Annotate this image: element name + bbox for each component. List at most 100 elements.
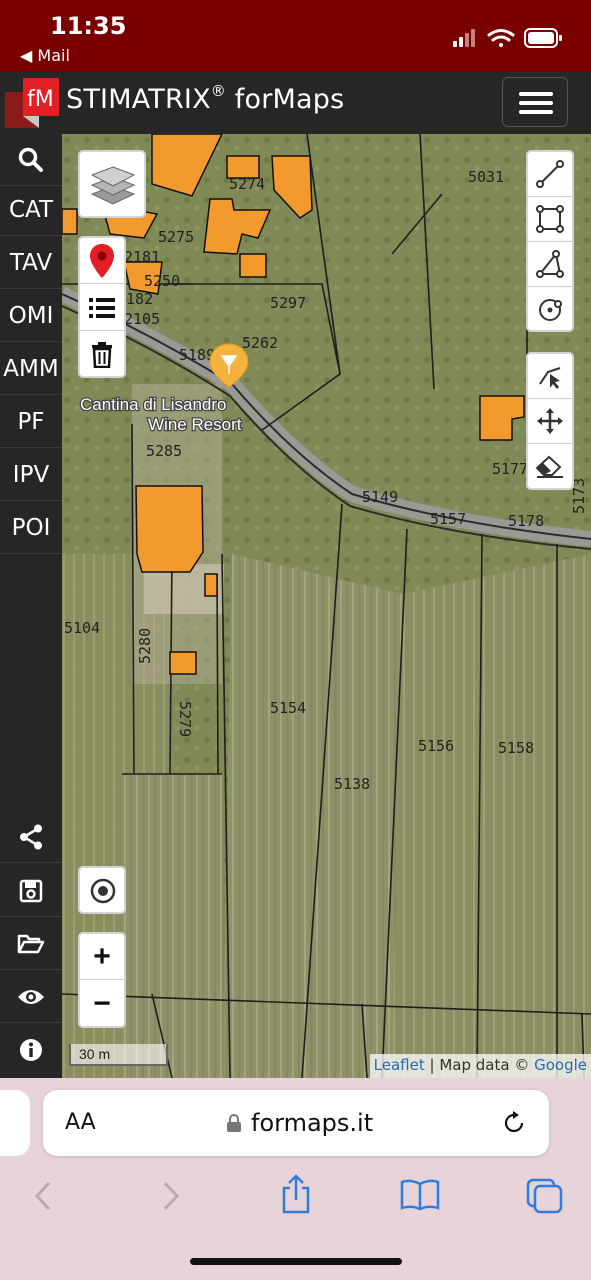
svg-text:5158: 5158 xyxy=(498,739,534,757)
draw-rectangle-button[interactable] xyxy=(528,197,572,242)
erase-button[interactable] xyxy=(528,444,572,490)
wifi-icon xyxy=(487,29,515,47)
svg-text:2181: 2181 xyxy=(124,248,160,266)
svg-text:5262: 5262 xyxy=(242,334,278,352)
save-button[interactable] xyxy=(0,865,62,917)
marker-tools xyxy=(78,236,126,378)
sidebar-item-amm[interactable]: AMM xyxy=(0,343,62,395)
svg-text:5250: 5250 xyxy=(144,272,180,290)
svg-text:5285: 5285 xyxy=(146,442,182,460)
logo-text: fM xyxy=(27,87,54,112)
svg-text:5149: 5149 xyxy=(362,488,398,506)
bookmarks-icon[interactable] xyxy=(400,1178,440,1212)
forward-icon[interactable] xyxy=(160,1180,182,1212)
tabs-icon[interactable] xyxy=(526,1178,564,1214)
screen: 11:35 ◀ Mail fM STIMATRIX® forMaps CAT T… xyxy=(0,0,591,1280)
home-indicator xyxy=(190,1258,402,1265)
sidebar-item-omi[interactable]: OMI xyxy=(0,290,62,342)
lock-icon xyxy=(227,1114,241,1132)
battery-icon xyxy=(524,28,562,48)
rectangle-icon xyxy=(536,205,564,233)
share-button[interactable] xyxy=(0,811,62,863)
sidebar-item-cat[interactable]: CAT xyxy=(0,184,62,236)
svg-text:Cantina di Lisandro: Cantina di Lisandro xyxy=(80,395,226,414)
status-bar: 11:35 ◀ Mail xyxy=(0,0,591,72)
sidebar: CAT TAV OMI AMM PF IPV POI xyxy=(0,134,62,1078)
svg-text:5178: 5178 xyxy=(508,512,544,530)
app-title: STIMATRIX® forMaps xyxy=(66,82,345,115)
sidebar-item-poi[interactable]: POI xyxy=(0,502,62,554)
info-icon xyxy=(20,1039,42,1061)
map-view[interactable]: 5031 5274 5275 2181 5250 2182 2105 5297 … xyxy=(62,134,591,1078)
list-icon xyxy=(89,297,115,318)
svg-text:5279: 5279 xyxy=(176,701,194,737)
scale-bar: 30 m xyxy=(69,1044,168,1066)
svg-text:5138: 5138 xyxy=(334,775,370,793)
trash-icon xyxy=(92,342,112,368)
zoom-in-button[interactable]: + xyxy=(80,934,124,980)
info-button[interactable] xyxy=(0,1024,62,1076)
formaps-logo: fM xyxy=(5,78,59,128)
map-attribution: Leaflet | Map data © Google xyxy=(369,1054,591,1078)
svg-text:5104: 5104 xyxy=(64,619,100,637)
open-folder-button[interactable] xyxy=(0,918,62,970)
delete-button[interactable] xyxy=(80,332,124,378)
search-button[interactable] xyxy=(0,134,62,186)
eye-icon xyxy=(18,989,44,1004)
sidebar-item-tav[interactable]: TAV xyxy=(0,237,62,289)
save-icon xyxy=(19,879,43,902)
previous-tab-preview[interactable] xyxy=(0,1090,30,1156)
url-text: formaps.it xyxy=(251,1109,374,1137)
circle-icon xyxy=(539,298,562,321)
add-marker-button[interactable] xyxy=(80,238,124,284)
back-icon[interactable] xyxy=(32,1180,54,1212)
map-marker-icon xyxy=(90,243,114,278)
cut-button[interactable] xyxy=(528,354,572,399)
reload-icon[interactable] xyxy=(501,1110,527,1136)
polygon-icon xyxy=(536,250,564,278)
move-icon xyxy=(537,408,563,434)
share-icon[interactable] xyxy=(280,1174,312,1214)
search-icon xyxy=(18,147,43,172)
hamburger-menu-button[interactable] xyxy=(502,77,568,127)
draw-polygon-button[interactable] xyxy=(528,242,572,287)
zoom-control: + − xyxy=(78,932,126,1028)
svg-text:5156: 5156 xyxy=(418,737,454,755)
layers-icon xyxy=(90,166,136,205)
move-button[interactable] xyxy=(528,399,572,444)
browser-toolbar: AA formaps.it xyxy=(0,1078,591,1280)
draw-polyline-button[interactable] xyxy=(528,152,572,197)
address-bar[interactable]: AA formaps.it xyxy=(43,1090,549,1156)
edit-toolbar xyxy=(526,352,574,490)
reader-settings-button[interactable]: AA xyxy=(65,1110,96,1135)
svg-text:5031: 5031 xyxy=(468,168,504,186)
signal-icon xyxy=(453,29,475,47)
google-link[interactable]: Google xyxy=(534,1056,587,1074)
svg-text:5280: 5280 xyxy=(136,628,154,664)
draw-circle-button[interactable] xyxy=(528,287,572,332)
locate-icon xyxy=(90,878,116,904)
list-button[interactable] xyxy=(80,285,124,331)
svg-text:5177: 5177 xyxy=(492,460,528,478)
draw-toolbar xyxy=(526,150,574,332)
svg-text:5274: 5274 xyxy=(229,175,265,193)
cut-icon xyxy=(539,367,561,389)
back-to-mail-link[interactable]: ◀ Mail xyxy=(20,46,70,65)
folder-open-icon xyxy=(17,934,45,953)
svg-text:Wine Resort: Wine Resort xyxy=(148,415,242,434)
visibility-button[interactable] xyxy=(0,971,62,1023)
svg-text:5157: 5157 xyxy=(430,510,466,528)
polyline-icon xyxy=(536,160,564,188)
locate-button[interactable] xyxy=(78,866,126,914)
leaflet-link[interactable]: Leaflet xyxy=(374,1056,425,1074)
satellite-map: 5031 5274 5275 2181 5250 2182 2105 5297 … xyxy=(62,134,591,1078)
svg-text:5275: 5275 xyxy=(158,228,194,246)
eraser-icon xyxy=(535,455,563,478)
sidebar-item-ipv[interactable]: IPV xyxy=(0,449,62,501)
layers-button[interactable] xyxy=(78,150,146,218)
svg-text:5154: 5154 xyxy=(270,699,306,717)
svg-text:5297: 5297 xyxy=(270,294,306,312)
zoom-out-button[interactable]: − xyxy=(80,981,124,1027)
status-time: 11:35 xyxy=(50,12,127,40)
sidebar-item-pf[interactable]: PF xyxy=(0,396,62,448)
